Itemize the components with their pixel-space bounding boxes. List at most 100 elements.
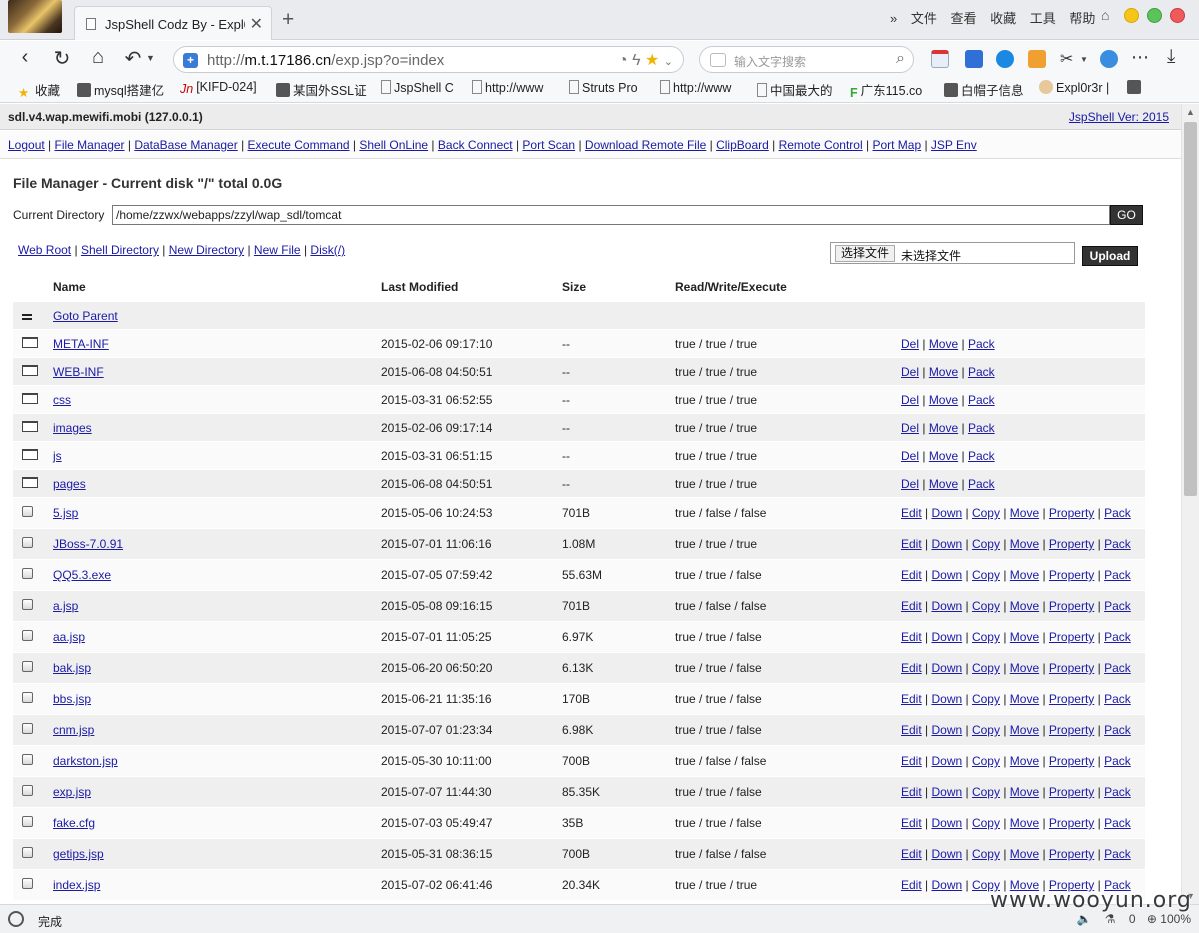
directory-link[interactable]: images [53,414,92,442]
menu-more-icon[interactable]: » [890,11,897,26]
search-icon[interactable]: ⌕ [896,50,905,68]
file-chooser[interactable]: 选择文件 未选择文件 [830,242,1075,264]
address-bar[interactable]: + http://m.t.17186.cn/exp.jsp?o=index ◔ … [173,46,684,73]
action-move[interactable]: Move [929,449,958,463]
download-icon[interactable]: ⤓ [1167,46,1175,68]
action-down[interactable]: Down [931,785,962,799]
action-del[interactable]: Del [901,365,919,379]
action-edit[interactable]: Edit [901,568,922,582]
favorite-star-icon[interactable]: ★ [645,52,659,69]
action-pack[interactable]: Pack [968,449,995,463]
tray-icon[interactable]: ⚗ [1105,912,1116,926]
action-move[interactable]: Move [1010,599,1039,613]
menu-link-port-map[interactable]: Port Map [872,138,921,152]
scissors-dropdown-icon[interactable]: ▼ [1080,55,1088,64]
action-property[interactable]: Property [1049,847,1094,861]
file-checkbox[interactable] [22,622,33,653]
zoom-level[interactable]: 100% [1160,912,1191,926]
goto-parent-link[interactable]: Goto Parent [53,302,118,330]
quick-link-new-file[interactable]: New File [254,243,301,257]
action-down[interactable]: Down [931,692,962,706]
action-down[interactable]: Down [931,506,962,520]
action-property[interactable]: Property [1049,723,1094,737]
action-property[interactable]: Property [1049,785,1094,799]
action-move[interactable]: Move [1010,847,1039,861]
translate-icon[interactable] [965,50,983,68]
file-link[interactable]: bak.jsp [53,653,91,684]
home-icon[interactable]: ⌂ [85,46,111,69]
action-edit[interactable]: Edit [901,692,922,706]
action-move[interactable]: Move [1010,692,1039,706]
lightning-icon[interactable]: ϟ [632,52,640,69]
file-checkbox[interactable] [22,777,33,808]
action-down[interactable]: Down [931,878,962,892]
menu-link-port-scan[interactable]: Port Scan [522,138,575,152]
action-edit[interactable]: Edit [901,723,922,737]
menu-file[interactable]: 文件 [911,11,937,26]
vertical-scrollbar[interactable]: ▲ ▼ [1181,104,1199,904]
quick-link-new-directory[interactable]: New Directory [169,243,244,257]
file-checkbox[interactable] [22,498,33,529]
undo-icon[interactable]: ↶ [120,46,146,71]
action-pack[interactable]: Pack [968,477,995,491]
file-link[interactable]: aa.jsp [53,622,85,653]
action-pack[interactable]: Pack [1104,723,1131,737]
file-link[interactable]: 5.jsp [53,498,78,529]
action-pack[interactable]: Pack [968,393,995,407]
action-pack[interactable]: Pack [968,421,995,435]
directory-link[interactable]: js [53,442,62,470]
new-tab-button[interactable]: + [282,8,294,32]
upload-button[interactable]: Upload [1082,246,1138,266]
close-window-button[interactable] [1170,8,1185,23]
action-property[interactable]: Property [1049,506,1094,520]
file-checkbox[interactable] [22,870,33,901]
action-property[interactable]: Property [1049,661,1094,675]
action-move[interactable]: Move [1010,816,1039,830]
action-edit[interactable]: Edit [901,785,922,799]
zoom-icon[interactable]: ⊕ [1147,912,1157,926]
user-avatar[interactable] [8,0,62,33]
action-copy[interactable]: Copy [972,847,1000,861]
chevron-down-icon[interactable]: ⌄ [664,56,673,68]
action-del[interactable]: Del [901,421,919,435]
close-tab-icon[interactable]: ✕ [250,14,263,34]
volume-icon[interactable]: 🔈 [1076,912,1091,926]
action-property[interactable]: Property [1049,692,1094,706]
menu-link-remote-control[interactable]: Remote Control [779,138,863,152]
action-copy[interactable]: Copy [972,537,1000,551]
quick-link-shell-directory[interactable]: Shell Directory [81,243,159,257]
calendar-icon[interactable] [931,50,949,68]
action-down[interactable]: Down [931,568,962,582]
quick-link-disk[interactable]: Disk(/) [310,243,345,257]
action-down[interactable]: Down [931,723,962,737]
directory-link[interactable]: css [53,386,71,414]
action-copy[interactable]: Copy [972,506,1000,520]
action-down[interactable]: Down [931,630,962,644]
undo-dropdown-icon[interactable]: ▼ [146,53,155,63]
action-copy[interactable]: Copy [972,816,1000,830]
action-pack[interactable]: Pack [1104,661,1131,675]
menu-link-database-manager[interactable]: DataBase Manager [134,138,237,152]
action-copy[interactable]: Copy [972,754,1000,768]
screenshot-icon[interactable] [1028,50,1046,68]
extension-icon[interactable] [1100,50,1118,68]
action-property[interactable]: Property [1049,754,1094,768]
action-move[interactable]: Move [1010,537,1039,551]
action-down[interactable]: Down [931,816,962,830]
action-pack[interactable]: Pack [1104,630,1131,644]
bookmark-item[interactable]: Jn [KIFD-024] [180,80,257,96]
menu-view[interactable]: 查看 [951,11,977,26]
file-checkbox[interactable] [22,653,33,684]
action-pack[interactable]: Pack [968,337,995,351]
minimize-button[interactable] [1124,8,1139,23]
file-link[interactable]: a.jsp [53,591,78,622]
action-edit[interactable]: Edit [901,661,922,675]
file-link[interactable]: exp.jsp [53,777,91,808]
file-link[interactable]: darkston.jsp [53,746,118,777]
action-edit[interactable]: Edit [901,847,922,861]
shirt-skin-icon[interactable]: ⌂ [1101,7,1109,23]
bookmark-page-icon[interactable] [1127,80,1144,95]
action-move[interactable]: Move [929,421,958,435]
file-link[interactable]: JBoss-7.0.91 [53,529,123,560]
search-tool-icon[interactable] [996,50,1014,68]
